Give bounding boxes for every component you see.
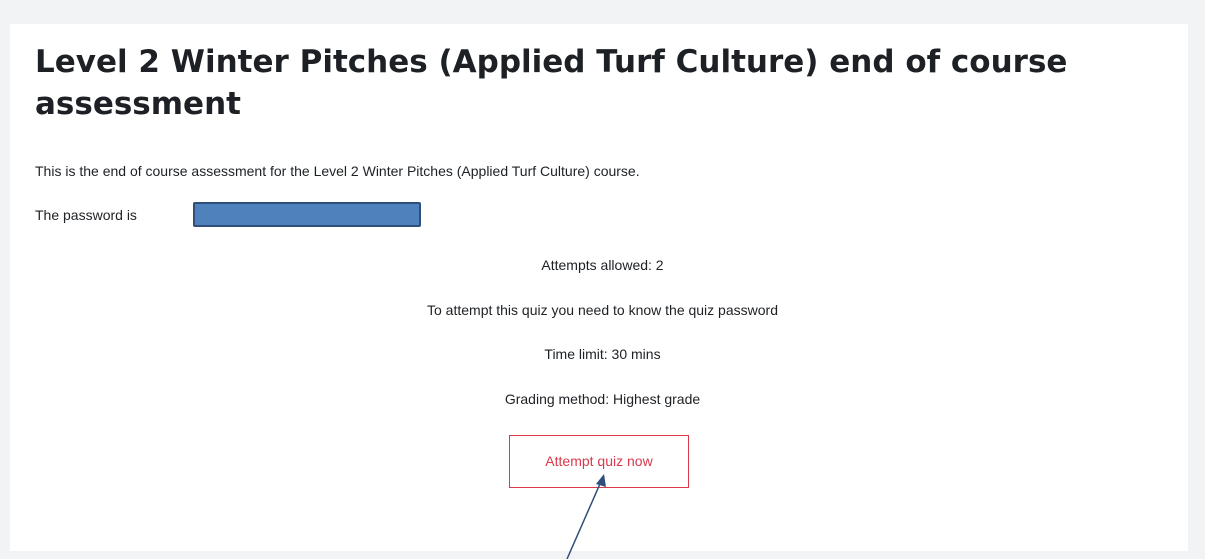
time-limit-text: Time limit: 30 mins	[544, 346, 661, 362]
page-title: Level 2 Winter Pitches (Applied Turf Cul…	[35, 44, 1068, 122]
grading-method-text: Grading method: Highest grade	[504, 391, 701, 407]
password-redaction-box	[193, 202, 421, 227]
password-label: The password is	[35, 207, 137, 223]
attempts-allowed-text: Attempts allowed: 2	[541, 257, 664, 273]
quiz-description: This is the end of course assessment for…	[35, 163, 640, 179]
page: Level 2 Winter Pitches (Applied Turf Cul…	[0, 0, 1205, 559]
password-required-text: To attempt this quiz you need to know th…	[427, 302, 778, 318]
attempt-quiz-button[interactable]: Attempt quiz now	[509, 435, 689, 488]
